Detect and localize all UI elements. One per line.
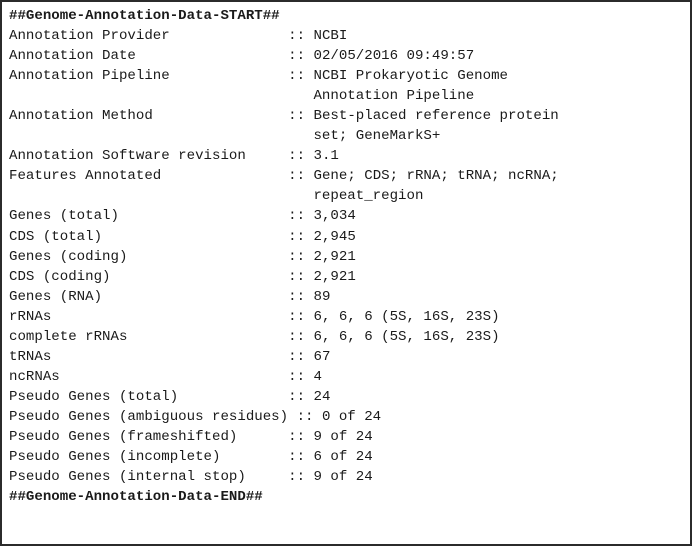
annotation-entry-label: rRNAs bbox=[9, 308, 289, 325]
annotation-entry-separator: :: bbox=[288, 348, 314, 365]
annotation-entry-label: Pseudo Genes (internal stop) bbox=[9, 469, 289, 486]
annotation-entry: rRNAs :: 6, 6, 6 (5S, 16S, 23S) bbox=[9, 307, 690, 327]
annotation-entry: CDS (coding) :: 2,921 bbox=[9, 267, 690, 287]
annotation-entry-label: Pseudo Genes (frameshifted) bbox=[9, 428, 289, 445]
annotation-entry-value: 9 of 24 bbox=[313, 428, 373, 445]
annotation-entry-label: Genes (total) bbox=[9, 208, 289, 225]
annotation-entry-continuation: set; GeneMarkS+ bbox=[9, 128, 441, 145]
annotation-entry: CDS (total) :: 2,945 bbox=[9, 227, 690, 247]
annotation-entry-label: Annotation Date bbox=[9, 48, 289, 65]
annotation-entry-separator: :: bbox=[288, 308, 314, 325]
annotation-data-end-marker: ##Genome-Annotation-Data-END## bbox=[9, 489, 263, 506]
annotation-entry-separator: :: bbox=[288, 469, 314, 486]
annotation-entry-label: Annotation Method bbox=[9, 108, 289, 125]
annotation-entry-value: NCBI bbox=[313, 28, 348, 45]
annotation-entry: Pseudo Genes (frameshifted) :: 9 of 24 bbox=[9, 427, 690, 447]
annotation-entry-separator: :: bbox=[288, 168, 314, 185]
annotation-entry-value: 02/05/2016 09:49:57 bbox=[313, 48, 475, 65]
annotation-entry: tRNAs :: 67 bbox=[9, 347, 690, 367]
annotation-entry-label: Pseudo Genes (ambiguous residues) bbox=[9, 408, 297, 425]
annotation-entry-value: 2,921 bbox=[313, 248, 356, 265]
annotation-entry-continuation: repeat_region bbox=[9, 188, 424, 205]
genome-annotation-data-block: ##Genome-Annotation-Data-START## Annotat… bbox=[0, 0, 692, 546]
annotation-entry-value: 24 bbox=[313, 388, 331, 405]
annotation-entry-value: 3.1 bbox=[313, 148, 339, 165]
annotation-entry-label: Annotation Pipeline bbox=[9, 68, 289, 85]
annotation-entry-separator: :: bbox=[288, 68, 314, 85]
annotation-entry-label: Annotation Provider bbox=[9, 28, 289, 45]
annotation-entry: Genes (RNA) :: 89 bbox=[9, 287, 690, 307]
annotation-entry-label: Pseudo Genes (total) bbox=[9, 388, 289, 405]
annotation-entry-value: 4 bbox=[313, 368, 322, 385]
annotation-entry-value: 89 bbox=[313, 288, 331, 305]
annotation-entry-value: NCBI Prokaryotic Genome bbox=[313, 68, 509, 85]
annotation-entry-separator: :: bbox=[288, 48, 314, 65]
annotation-data-start-marker: ##Genome-Annotation-Data-START## bbox=[9, 8, 280, 24]
annotation-entry: Pseudo Genes (incomplete) :: 6 of 24 bbox=[9, 447, 690, 467]
annotation-entry: Annotation Pipeline :: NCBI Prokaryotic … bbox=[9, 66, 690, 86]
annotation-entry: complete rRNAs :: 6, 6, 6 (5S, 16S, 23S) bbox=[9, 327, 690, 347]
annotation-entry-separator: :: bbox=[288, 28, 314, 45]
annotation-entry-value: 6, 6, 6 (5S, 16S, 23S) bbox=[313, 308, 500, 325]
annotation-entry-label: ncRNAs bbox=[9, 368, 289, 385]
annotation-entry: Annotation Provider :: NCBI bbox=[9, 26, 690, 46]
annotation-entry-value: 6, 6, 6 (5S, 16S, 23S) bbox=[313, 328, 500, 345]
annotation-entry-separator: :: bbox=[288, 368, 314, 385]
annotation-entry: Pseudo Genes (internal stop) :: 9 of 24 bbox=[9, 467, 690, 487]
annotation-entry-value: Best-placed reference protein bbox=[313, 108, 559, 125]
annotation-entry-label: Pseudo Genes (incomplete) bbox=[9, 449, 289, 466]
annotation-entry-separator: :: bbox=[288, 328, 314, 345]
annotation-entry-separator: :: bbox=[288, 388, 314, 405]
annotation-entry: Genes (total) :: 3,034 bbox=[9, 206, 690, 226]
annotation-entry-value: 2,921 bbox=[313, 268, 356, 285]
annotation-entry: Pseudo Genes (total) :: 24 bbox=[9, 387, 690, 407]
annotation-entry-separator: :: bbox=[288, 148, 314, 165]
annotation-entry-separator: :: bbox=[288, 288, 314, 305]
annotation-entry-separator: :: bbox=[288, 108, 314, 125]
annotation-entry-separator: :: bbox=[288, 228, 314, 245]
annotation-entry: Pseudo Genes (ambiguous residues) :: 0 o… bbox=[9, 407, 690, 427]
annotation-entry-separator: :: bbox=[288, 208, 314, 225]
annotation-entry: Annotation Method :: Best-placed referen… bbox=[9, 106, 690, 126]
annotation-entry-value: 2,945 bbox=[313, 228, 356, 245]
annotation-entry-value: 9 of 24 bbox=[313, 469, 373, 486]
annotation-entry-label: Genes (RNA) bbox=[9, 288, 289, 305]
annotation-entry: Features Annotated :: Gene; CDS; rRNA; t… bbox=[9, 166, 690, 186]
annotation-entry-label: Annotation Software revision bbox=[9, 148, 289, 165]
annotation-entry: Annotation Software revision :: 3.1 bbox=[9, 146, 690, 166]
annotation-entry-label: CDS (coding) bbox=[9, 268, 289, 285]
annotation-entry-label: Features Annotated bbox=[9, 168, 289, 185]
annotation-entry-separator: :: bbox=[288, 248, 314, 265]
annotation-entry-separator: :: bbox=[288, 428, 314, 445]
annotation-entry-label: Genes (coding) bbox=[9, 248, 289, 265]
annotation-entry-label: complete rRNAs bbox=[9, 328, 289, 345]
annotation-entry-value: 0 of 24 bbox=[321, 408, 382, 425]
annotation-entry-label: CDS (total) bbox=[9, 228, 289, 245]
annotation-entry: Genes (coding) :: 2,921 bbox=[9, 247, 690, 267]
annotation-entry-separator: :: bbox=[288, 449, 314, 466]
annotation-entry-continuation: Annotation Pipeline bbox=[9, 88, 475, 105]
annotation-entry-value: 67 bbox=[313, 348, 331, 365]
annotation-entry-separator: :: bbox=[288, 268, 314, 285]
annotation-entry: ncRNAs :: 4 bbox=[9, 367, 690, 387]
annotation-entry-label: tRNAs bbox=[9, 348, 289, 365]
annotation-entry-value: Gene; CDS; rRNA; tRNA; ncRNA; bbox=[313, 168, 559, 185]
annotation-entry-value: 6 of 24 bbox=[313, 449, 373, 466]
annotation-entry-value: 3,034 bbox=[313, 208, 356, 225]
annotation-entry-separator: :: bbox=[296, 408, 322, 425]
annotation-entry: Annotation Date :: 02/05/2016 09:49:57 bbox=[9, 46, 690, 66]
annotation-entry-list: Annotation Provider :: NCBI Annotation Da… bbox=[9, 26, 690, 487]
